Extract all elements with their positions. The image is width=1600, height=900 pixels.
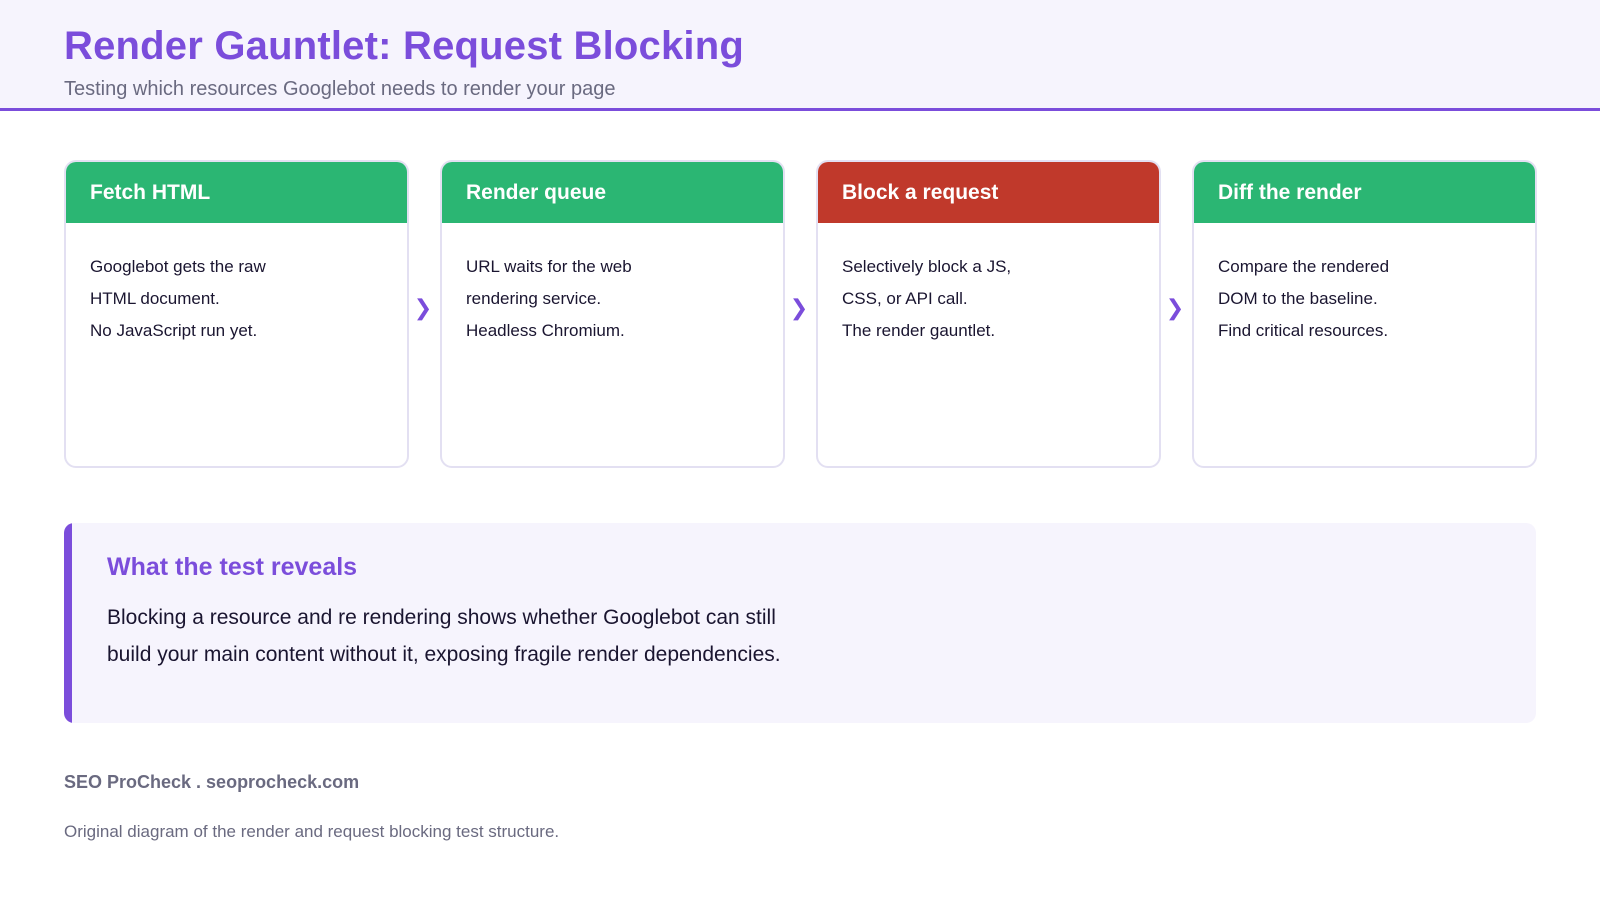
step-line: Googlebot gets the raw <box>90 257 266 276</box>
step-line: Find critical resources. <box>1218 321 1389 340</box>
step-line: URL waits for the web <box>466 257 632 276</box>
step-flow: Fetch HTML Googlebot gets the raw HTML d… <box>64 160 1537 468</box>
page-title: Render Gauntlet: Request Blocking <box>64 24 745 68</box>
insight-callout: What the test reveals Blocking a resourc… <box>64 523 1536 723</box>
callout-line: build your main content without it, expo… <box>107 643 781 666</box>
callout-accent-bar <box>64 523 72 723</box>
page-header: Render Gauntlet: Request Blocking Testin… <box>0 0 1600 111</box>
callout-title: What the test reveals <box>107 553 358 581</box>
step-title: Render queue <box>442 162 783 223</box>
step-line: rendering service. <box>466 289 602 308</box>
step-line: DOM to the baseline. <box>1218 289 1378 308</box>
step-description: Selectively block a JS, CSS, or API call… <box>818 223 1159 347</box>
step-card-block-request: Block a request Selectively block a JS, … <box>816 160 1161 468</box>
step-title: Fetch HTML <box>66 162 407 223</box>
step-title: Block a request <box>818 162 1159 223</box>
step-title: Diff the render <box>1194 162 1535 223</box>
callout-body: Blocking a resource and re rendering sho… <box>107 599 781 673</box>
step-card-render-queue: Render queue URL waits for the web rende… <box>440 160 785 468</box>
figure-caption: Original diagram of the render and reque… <box>64 822 560 841</box>
step-card-fetch-html: Fetch HTML Googlebot gets the raw HTML d… <box>64 160 409 468</box>
step-card-diff-render: Diff the render Compare the rendered DOM… <box>1192 160 1537 468</box>
page-subtitle: Testing which resources Googlebot needs … <box>64 78 616 100</box>
step-description: Googlebot gets the raw HTML document. No… <box>66 223 407 347</box>
step-description: Compare the rendered DOM to the baseline… <box>1194 223 1535 347</box>
step-line: HTML document. <box>90 289 220 308</box>
chevron-right-icon: ❯ <box>1165 295 1185 320</box>
step-line: CSS, or API call. <box>842 289 968 308</box>
chevron-right-icon: ❯ <box>789 295 809 320</box>
step-line: Compare the rendered <box>1218 257 1390 276</box>
callout-line: Blocking a resource and re rendering sho… <box>107 606 776 629</box>
step-line: Selectively block a JS, <box>842 257 1012 276</box>
step-line: Headless Chromium. <box>466 321 625 340</box>
step-description: URL waits for the web rendering service.… <box>442 223 783 347</box>
chevron-right-icon: ❯ <box>413 295 433 320</box>
brand-credit: SEO ProCheck . seoprocheck.com <box>64 772 360 792</box>
step-line: No JavaScript run yet. <box>90 321 258 340</box>
step-line: The render gauntlet. <box>842 321 996 340</box>
